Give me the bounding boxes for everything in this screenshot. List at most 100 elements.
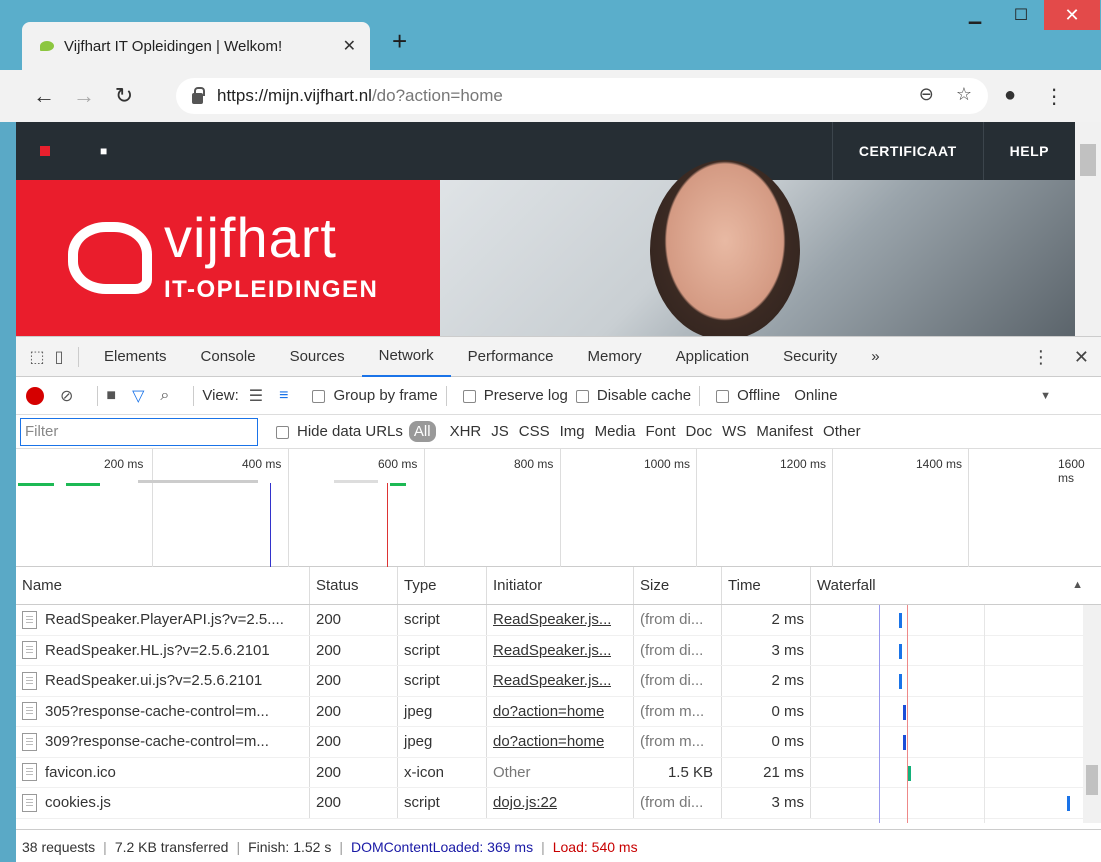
request-initiator-link[interactable]: dojo.js:22 [493,794,557,811]
column-type[interactable]: Type [398,567,487,604]
filter-type-js[interactable]: JS [491,423,509,440]
request-type: script [398,788,487,818]
sort-ascending-icon[interactable]: ▲ [1072,579,1083,591]
bookmark-star-icon[interactable]: ☆ [956,84,972,105]
table-row[interactable]: 305?response-cache-control=m... 200 jpeg… [16,696,1101,727]
browser-toolbar: ← → ↻ https://mijn.vijfhart.nl/do?action… [0,70,1101,122]
table-row[interactable]: ReadSpeaker.ui.js?v=2.5.6.2101 200 scrip… [16,666,1101,697]
image-file-icon [22,702,37,721]
table-row[interactable]: ReadSpeaker.HL.js?v=2.5.6.2101 200 scrip… [16,635,1101,666]
filter-input[interactable] [20,417,258,446]
tab-security[interactable]: Security [766,337,854,377]
offline-checkbox[interactable] [716,390,730,403]
preserve-log-checkbox[interactable] [462,390,476,403]
maximize-button[interactable]: ☐ [998,0,1044,30]
column-status[interactable]: Status [310,567,398,604]
web-page: ■ CERTIFICAAT HELP vijfhart IT-OPLEIDING… [16,122,1075,336]
tab-elements[interactable]: Elements [87,337,184,377]
search-icon[interactable]: ⌕ [160,387,169,405]
filter-bar: Hide data URLs All XHR JS CSS Img Media … [16,415,1101,449]
favicon-icon [40,41,54,51]
request-initiator-link[interactable]: ReadSpeaker.js... [493,672,611,689]
group-by-frame-checkbox[interactable] [312,390,326,403]
request-initiator-link[interactable]: do?action=home [493,703,604,720]
close-devtools-icon[interactable]: ✕ [1074,347,1089,368]
request-initiator-link[interactable]: ReadSpeaker.js... [493,611,611,628]
menu-kebab-icon[interactable]: ⋮ [1044,84,1064,109]
column-time[interactable]: Time [722,567,811,604]
waterfall-view-icon[interactable]: ≡ [279,387,288,405]
vijfhart-logo-icon [68,222,152,294]
request-size: (from m... [634,696,722,726]
tab-network[interactable]: Network [361,337,451,377]
device-toolbar-icon[interactable]: ▯ [48,337,70,377]
tab-memory[interactable]: Memory [571,337,659,377]
minimize-button[interactable]: ▁ [952,0,998,30]
filter-type-all[interactable]: All [408,421,436,442]
filter-type-doc[interactable]: Doc [685,423,712,440]
filter-type-css[interactable]: CSS [519,423,550,440]
filter-type-other[interactable]: Other [823,423,861,440]
table-scrollbar[interactable] [1083,605,1101,823]
request-initiator-link[interactable]: do?action=home [493,733,604,750]
tab-console[interactable]: Console [184,337,273,377]
new-tab-button[interactable]: + [392,28,407,54]
hide-data-urls-checkbox[interactable] [276,426,289,439]
disable-cache-checkbox[interactable] [575,390,589,403]
zoom-icon[interactable]: ⊖ [919,84,934,105]
table-row[interactable]: 309?response-cache-control=m... 200 jpeg… [16,727,1101,758]
close-window-button[interactable]: ✕ [1044,0,1100,30]
filter-type-font[interactable]: Font [645,423,675,440]
request-status: 200 [310,605,398,635]
table-row[interactable]: ReadSpeaker.PlayerAPI.js?v=2.5.... 200 s… [16,605,1101,636]
filter-type-ws[interactable]: WS [722,423,746,440]
transferred-size: 7.2 KB transferred [114,838,229,855]
table-row[interactable]: favicon.ico 200 x-icon Other 1.5 KB 21 m… [16,757,1101,788]
request-initiator: Other [493,763,531,781]
filter-funnel-icon[interactable]: ▽ [132,386,144,406]
screenshot-camera-icon[interactable]: ■ [106,387,116,405]
request-initiator-link[interactable]: ReadSpeaker.js... [493,642,611,659]
file-icon [22,763,37,782]
file-icon [22,671,37,690]
throttling-select[interactable]: Online [794,387,837,404]
logo-panel: vijfhart IT-OPLEIDINGEN [16,180,440,336]
page-scrollbar[interactable] [1075,122,1101,336]
record-button[interactable] [26,386,44,405]
inspect-element-icon[interactable]: ⬚ [26,337,48,377]
filter-type-media[interactable]: Media [595,423,636,440]
column-name[interactable]: Name [16,567,310,604]
cart-icon[interactable]: ■ [100,144,107,158]
tab-application[interactable]: Application [659,337,766,377]
request-type: x-icon [398,757,487,787]
large-rows-icon[interactable]: ☰ [249,386,263,406]
column-size[interactable]: Size [634,567,722,604]
more-tabs-icon[interactable]: » [854,337,896,377]
devtools-menu-icon[interactable]: ⋮ [1032,347,1050,368]
url-path: /do?action=home [371,86,503,105]
filter-type-img[interactable]: Img [560,423,585,440]
url-host: https://mijn.vijfhart.nl [217,86,372,105]
browser-tab[interactable]: Vijfhart IT Opleidingen | Welkom! ✕ [22,22,370,70]
throttling-dropdown-icon[interactable]: ▼ [1040,390,1051,402]
filter-type-manifest[interactable]: Manifest [756,423,813,440]
address-bar[interactable]: https://mijn.vijfhart.nl/do?action=home … [176,78,988,114]
column-initiator[interactable]: Initiator [487,567,634,604]
tab-sources[interactable]: Sources [273,337,362,377]
nav-link-help[interactable]: HELP [982,122,1075,180]
forward-button[interactable]: → [64,83,104,109]
home-grid-icon[interactable] [40,146,50,156]
clear-icon[interactable]: ⊘ [60,386,73,406]
nav-link-certificaat[interactable]: CERTIFICAAT [831,122,983,180]
back-button[interactable]: ← [24,83,64,109]
request-time: 2 ms [722,605,811,635]
reload-button[interactable]: ↻ [104,83,144,109]
column-waterfall[interactable]: Waterfall [811,567,1073,604]
network-overview[interactable]: 200 ms 400 ms 600 ms 800 ms 1000 ms 1200… [16,449,1101,567]
table-row[interactable]: cookies.js 200 script dojo.js:22 (from d… [16,788,1101,819]
profile-icon[interactable]: ● [1004,84,1016,109]
tab-performance[interactable]: Performance [451,337,571,377]
request-status: 200 [310,757,398,787]
filter-type-xhr[interactable]: XHR [450,423,482,440]
close-tab-icon[interactable]: ✕ [343,36,356,56]
